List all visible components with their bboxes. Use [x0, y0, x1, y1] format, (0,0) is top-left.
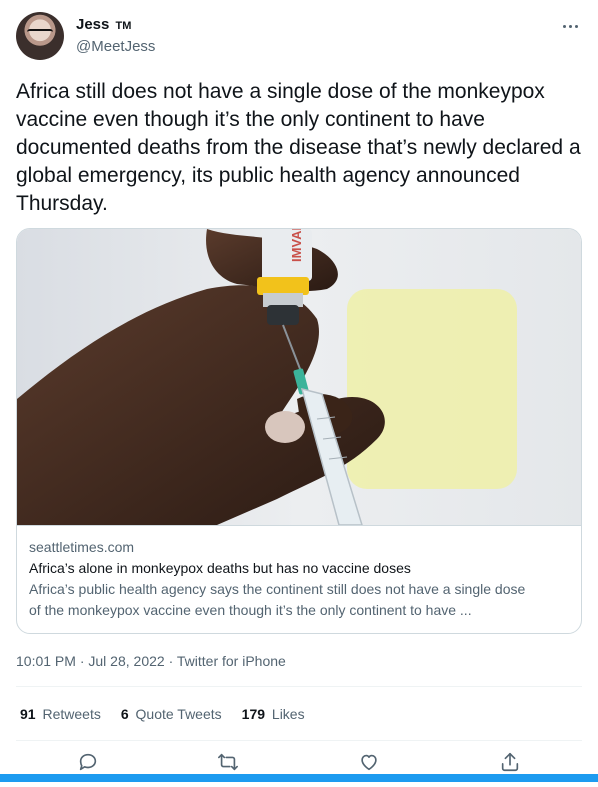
more-icon[interactable]: [560, 16, 580, 36]
avatar[interactable]: [16, 12, 64, 60]
author-block[interactable]: Jess TM @MeetJess: [76, 16, 155, 57]
engagement-stats: 91 Retweets 6 Quote Tweets 179 Likes: [20, 704, 325, 724]
retweets-count: 91: [20, 706, 36, 722]
likes-stat[interactable]: 179 Likes: [242, 704, 305, 724]
user-handle[interactable]: @MeetJess: [76, 37, 155, 57]
tweet-timestamp: 10:01 PM · Jul 28, 2022 · Twitter for iP…: [16, 651, 286, 671]
reply-icon[interactable]: [77, 751, 99, 773]
tweet-time[interactable]: 10:01 PM: [16, 653, 76, 669]
retweet-icon[interactable]: [217, 751, 239, 773]
card-image: IMVANU: [17, 229, 581, 525]
card-description-line-1: Africa’s public health agency says the c…: [29, 581, 526, 597]
share-icon[interactable]: [499, 751, 521, 773]
meta-separator-2: ·: [164, 653, 177, 669]
retweets-label: Retweets: [42, 706, 101, 722]
card-meta[interactable]: seattletimes.com Africa’s alone in monke…: [17, 525, 581, 633]
quote-tweets-label: Quote Tweets: [135, 706, 222, 722]
tweet-source[interactable]: Twitter for iPhone: [177, 653, 286, 669]
divider-bottom: [16, 740, 582, 741]
retweets-stat[interactable]: 91 Retweets: [20, 704, 101, 724]
card-domain: seattletimes.com: [29, 539, 135, 555]
likes-count: 179: [241, 706, 266, 722]
tweet-text: Africa still does not have a single dose…: [16, 80, 581, 215]
avatar-glasses: [27, 29, 53, 37]
bottom-accent-bar: [0, 774, 598, 782]
quote-tweets-stat[interactable]: 6 Quote Tweets: [121, 704, 222, 724]
meta-separator: ·: [75, 653, 89, 669]
tweet-date[interactable]: Jul 28, 2022: [88, 653, 164, 669]
display-name[interactable]: Jess TM: [76, 16, 155, 35]
vial-label: IMVANU: [289, 229, 304, 262]
divider-top: [16, 686, 582, 687]
link-card[interactable]: IMVANU seattletimes.com Africa’s alone i…: [16, 228, 582, 634]
display-name-badge: TM: [115, 20, 132, 32]
quote-tweets-count: 6: [120, 706, 129, 722]
display-name-text[interactable]: Jess: [76, 16, 109, 33]
likes-label: Likes: [271, 706, 305, 722]
heart-icon[interactable]: [358, 751, 380, 773]
card-title: Africa’s alone in monkeypox deaths but h…: [29, 560, 411, 576]
tweet: Jess TM @MeetJess Africa still does not …: [0, 0, 598, 787]
card-description-line-2: of the monkeypox vaccine even though it’…: [29, 602, 472, 618]
